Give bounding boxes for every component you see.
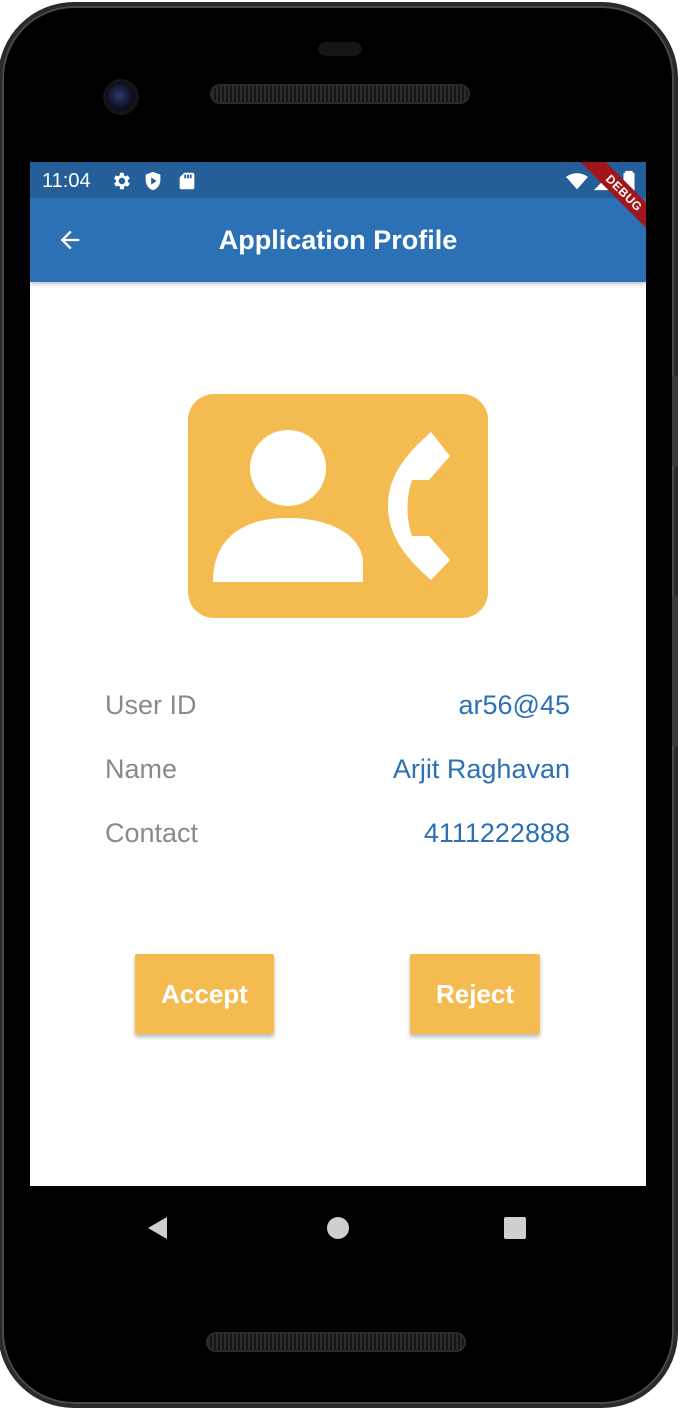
contact-label: Contact (105, 818, 199, 848)
nav-back-button[interactable] (136, 1206, 180, 1250)
app-bar: Application Profile (30, 198, 646, 282)
home-circle-icon (327, 1217, 349, 1239)
user-id-label: User ID (105, 690, 197, 720)
wifi-icon (566, 173, 588, 190)
contact-value: 4111222888 (423, 818, 570, 848)
power-button (672, 376, 678, 466)
battery-icon (623, 170, 635, 192)
back-triangle-icon (148, 1217, 167, 1239)
page-title: Application Profile (218, 225, 458, 255)
profile-row-name: Name Arjit Raghavan (105, 749, 570, 789)
volume-button (672, 596, 678, 746)
earpiece (318, 42, 362, 56)
signal-icon (593, 171, 613, 191)
contact-phone-icon (188, 394, 488, 618)
gear-icon (114, 172, 130, 190)
sd-card-icon (179, 172, 195, 190)
shield-play-icon (145, 171, 161, 191)
reject-button[interactable]: Reject (410, 954, 540, 1034)
user-id-value: ar56@45 (458, 690, 570, 720)
profile-row-user-id: User ID ar56@45 (105, 685, 570, 725)
recents-square-icon (504, 1217, 526, 1239)
status-bar: 11:04 (30, 162, 646, 198)
top-speaker-grille (212, 86, 468, 102)
bottom-speaker-grille (208, 1334, 464, 1350)
front-camera (106, 82, 136, 112)
name-value: Arjit Raghavan (392, 754, 570, 784)
status-time: 11:04 (42, 170, 91, 192)
accept-button[interactable]: Accept (135, 954, 274, 1034)
nav-recents-button[interactable] (493, 1206, 537, 1250)
profile-row-contact: Contact 4111222888 (105, 813, 570, 853)
app-screen: 11:04 Application Profile DEBUG User ID … (30, 162, 646, 1186)
nav-home-button[interactable] (316, 1206, 360, 1250)
name-label: Name (105, 754, 178, 784)
